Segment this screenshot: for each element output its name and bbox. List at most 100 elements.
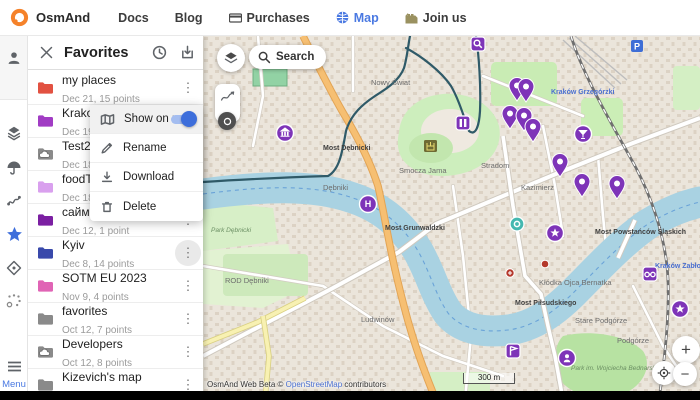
- close-panel-button[interactable]: [36, 43, 56, 63]
- group-options-button-active[interactable]: ⋮: [175, 240, 201, 266]
- favorites-button[interactable]: [0, 220, 28, 248]
- svg-text:Stare Podgórze: Stare Podgórze: [575, 316, 627, 325]
- rename-item[interactable]: Rename: [90, 134, 203, 163]
- pencil-icon: [100, 141, 114, 155]
- folder-icon: [37, 81, 54, 95]
- account-button[interactable]: [0, 44, 28, 72]
- museum-marker[interactable]: [277, 125, 294, 142]
- delete-item[interactable]: Delete: [90, 192, 203, 221]
- svg-text:Most Piłsudskiego: Most Piłsudskiego: [515, 300, 576, 307]
- parking-marker: P: [631, 40, 643, 52]
- community-icon: [405, 12, 418, 24]
- measure-route-icon: [220, 89, 236, 103]
- nav-link-map[interactable]: Map: [336, 11, 379, 25]
- group-row-developers[interactable]: DevelopersOct 12, 8 points ⋮: [28, 336, 203, 369]
- plan-route-button[interactable]: [0, 287, 28, 315]
- group-options-button[interactable]: ⋮: [175, 75, 201, 101]
- map-search-button[interactable]: Search: [249, 45, 326, 69]
- star-marker[interactable]: [672, 301, 689, 318]
- close-icon: [40, 46, 53, 59]
- menu-button[interactable]: Menu: [0, 359, 28, 390]
- group-row-sotm[interactable]: SOTM EU 2023Nov 9, 4 points ⋮: [28, 270, 203, 303]
- monument-marker[interactable]: [456, 116, 470, 130]
- plan-route-icon: [5, 292, 23, 310]
- bar-marker[interactable]: [575, 126, 592, 143]
- group-row-kyiv[interactable]: KyivDec 8, 14 points ⋮: [28, 237, 203, 270]
- zoom-out-button[interactable]: −: [673, 362, 697, 386]
- osmand-web-app: OsmAnd Docs Blog Purchases Map Join us: [0, 0, 700, 400]
- left-icon-strip: Menu: [0, 36, 28, 400]
- map-info-button[interactable]: [218, 112, 236, 130]
- folder-icon: [37, 213, 54, 227]
- nav-link-blog[interactable]: Blog: [175, 11, 203, 25]
- scale-bar: 300 m: [463, 373, 515, 384]
- hotel-marker[interactable]: H: [360, 196, 377, 213]
- person-marker[interactable]: [559, 350, 576, 367]
- plus-icon: +: [681, 340, 691, 360]
- download-icon: [100, 170, 114, 184]
- download-item[interactable]: Download: [90, 163, 203, 192]
- nav-link-docs[interactable]: Docs: [118, 11, 149, 25]
- bottom-black-bar: [0, 391, 700, 400]
- clock-icon: [152, 45, 167, 60]
- rename-label: Rename: [123, 142, 166, 154]
- delete-label: Delete: [123, 201, 156, 213]
- star-marker[interactable]: [547, 225, 564, 242]
- weather-button[interactable]: [0, 154, 28, 182]
- account-icon: [5, 49, 23, 67]
- tracks-button[interactable]: [0, 186, 28, 214]
- menu-label: Menu: [0, 379, 28, 390]
- globe-icon: [336, 11, 349, 24]
- folder-cloud-icon: [37, 345, 54, 359]
- svg-text:Most Powstańców Śląskich: Most Powstańców Śląskich: [595, 227, 686, 236]
- info-icon: [223, 117, 232, 126]
- nav-link-purchases[interactable]: Purchases: [229, 11, 310, 25]
- svg-text:Park Dębnicki: Park Dębnicki: [211, 227, 252, 234]
- flag-marker[interactable]: [506, 344, 520, 358]
- layers-button[interactable]: [0, 119, 28, 147]
- svg-text:Podgórze: Podgórze: [617, 336, 649, 345]
- layers-icon: [5, 124, 23, 142]
- layers-icon: [223, 50, 239, 66]
- group-row-my-places[interactable]: my placesDec 21, 15 points ⋮: [28, 72, 203, 105]
- hamburger-icon: [7, 361, 22, 372]
- svg-text:Kazimierz: Kazimierz: [521, 183, 554, 192]
- download-label: Download: [123, 171, 174, 183]
- glasses-marker[interactable]: [643, 267, 657, 281]
- trash-icon: [100, 200, 114, 214]
- nav-links: Docs Blog Purchases Map Join us: [118, 11, 466, 25]
- nav-link-join-us[interactable]: Join us: [405, 11, 467, 25]
- show-on-map-item[interactable]: Show on map: [90, 105, 203, 134]
- zoom-in-button[interactable]: +: [672, 336, 700, 364]
- navigation-button[interactable]: [0, 254, 28, 282]
- umbrella-icon: [5, 159, 23, 177]
- svg-text:Most Dębnicki: Most Dębnicki: [323, 145, 371, 152]
- map-layers-button[interactable]: [217, 44, 245, 72]
- group-options-button[interactable]: ⋮: [175, 306, 201, 332]
- folder-icon: [37, 378, 54, 392]
- panel-title: Favorites: [64, 45, 128, 61]
- group-options-button[interactable]: ⋮: [175, 339, 201, 365]
- svg-text:Nowy Świat: Nowy Świat: [371, 78, 411, 87]
- show-on-map-toggle[interactable]: [171, 115, 195, 124]
- history-button[interactable]: [149, 43, 169, 63]
- target-icon: [657, 366, 671, 380]
- top-navbar: OsmAnd Docs Blog Purchases Map Join us: [0, 0, 700, 36]
- svg-text:Dębniki: Dębniki: [323, 183, 348, 192]
- folder-icon: [37, 114, 54, 128]
- favorites-panel-header: Favorites: [28, 36, 203, 70]
- map-tiles: Nowy Świat Most Dębnicki Dębniki Smocza …: [203, 36, 700, 400]
- import-button[interactable]: [177, 43, 197, 63]
- folder-icon: [37, 279, 54, 293]
- track-icon: [5, 191, 23, 209]
- svg-text:Ludwinów: Ludwinów: [361, 315, 395, 324]
- brand[interactable]: OsmAnd: [10, 8, 90, 27]
- search-result-marker[interactable]: [471, 37, 485, 51]
- svg-text:Stradom: Stradom: [481, 161, 509, 170]
- map-canvas[interactable]: Nowy Świat Most Dębnicki Dębniki Smocza …: [203, 36, 700, 400]
- teal-marker[interactable]: [510, 217, 524, 231]
- group-row-favorites[interactable]: favoritesOct 12, 7 points ⋮: [28, 303, 203, 336]
- osm-link[interactable]: OpenStreetMap: [286, 380, 342, 389]
- svg-text:Most Grunwaldzki: Most Grunwaldzki: [385, 225, 445, 232]
- group-options-button[interactable]: ⋮: [175, 273, 201, 299]
